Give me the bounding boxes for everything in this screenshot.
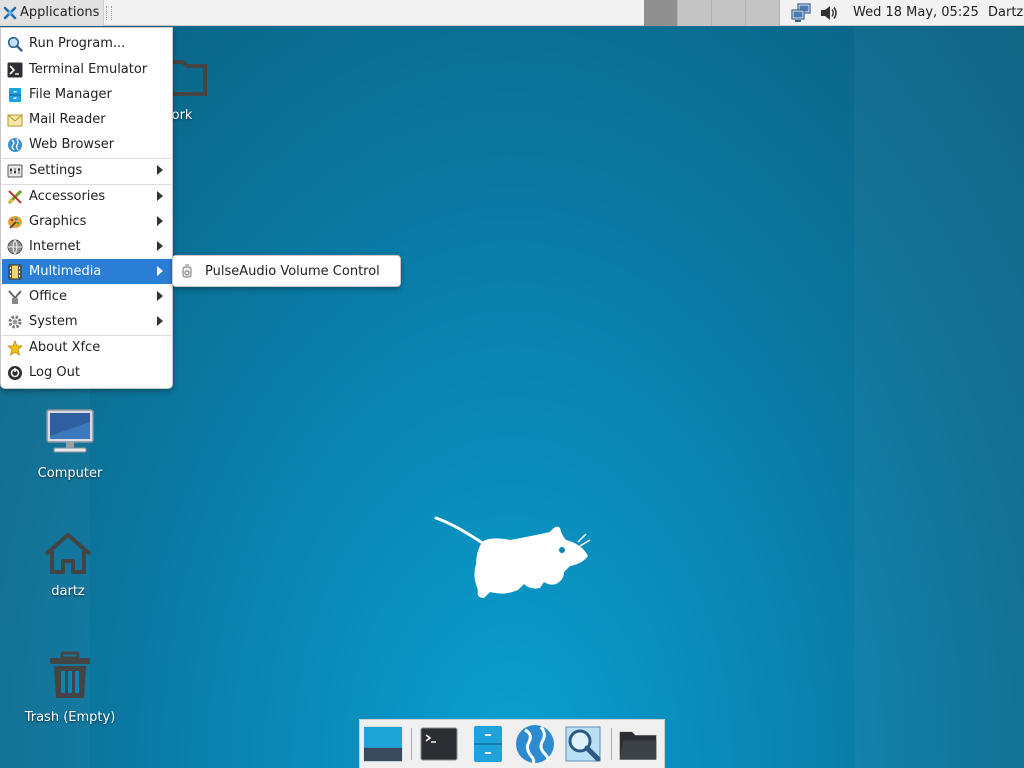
file-manager-icon [7,87,23,103]
dock-terminal[interactable] [419,724,459,764]
globe-icon [7,137,23,153]
volume-control-icon [182,264,192,278]
dock-web-browser[interactable] [515,724,555,764]
logout-icon [7,365,23,381]
menu-item-log-out[interactable]: Log Out [2,360,172,385]
menu-item-settings[interactable]: Settings [2,158,172,183]
submenu-arrow-icon [157,291,163,301]
workspace-1[interactable] [644,0,678,26]
menu-item-label: Terminal Emulator [29,62,148,77]
globe-icon [516,725,554,764]
clock[interactable]: Wed 18 May, 05:25 [853,5,979,20]
folder-icon [619,731,657,760]
applications-label: Applications [20,5,100,20]
menu-item-label: Mail Reader [29,112,106,127]
desktop-icon-home[interactable]: dartz [13,532,123,599]
desktop-icon-computer[interactable]: Computer [15,408,125,481]
submenu-arrow-icon [157,266,163,276]
menu-item-file-manager[interactable]: File Manager [2,82,172,107]
dock-file-manager[interactable] [468,724,508,764]
menu-item-label: Accessories [29,189,106,204]
submenu-arrow-icon [157,216,163,226]
network-status-icon[interactable] [790,3,812,23]
search-icon [565,726,601,762]
home-folder-icon [44,533,92,574]
desktop-icon-label: Computer [37,466,103,481]
show-desktop-icon [363,726,403,762]
menu-item-system[interactable]: System [2,309,172,334]
submenu-arrow-icon [157,191,163,201]
submenu-item-pulseaudio-volume-control[interactable]: PulseAudio Volume Control [205,264,380,279]
accessories-icon [7,189,23,205]
menu-item-terminal-emulator[interactable]: Terminal Emulator [2,57,172,82]
workspace-4[interactable] [746,0,780,26]
multimedia-icon [7,264,23,280]
applications-menu: Run Program... Terminal Emulator File Ma… [0,27,173,389]
terminal-icon [7,62,23,78]
menu-item-label: Multimedia [29,264,102,279]
system-icon [7,314,23,330]
menu-item-label: Web Browser [29,137,115,152]
workspace-3[interactable] [712,0,746,26]
menu-item-label: Log Out [29,365,80,380]
dock-app-finder[interactable] [563,724,603,764]
menu-item-office[interactable]: Office [2,284,172,309]
search-icon [7,36,23,52]
menu-item-label: Settings [29,163,83,178]
bottom-dock [359,719,665,768]
internet-icon [7,239,23,255]
user-name-label[interactable]: Dartz [988,5,1023,20]
submenu-arrow-icon [157,165,163,175]
menu-item-label: Graphics [29,214,87,229]
menu-item-multimedia[interactable]: Multimedia [2,259,172,284]
dock-directory-menu[interactable] [618,724,658,764]
workspace-switcher[interactable] [644,0,780,26]
system-tray [790,0,838,26]
menu-item-run-program[interactable]: Run Program... [2,31,172,56]
multimedia-submenu: PulseAudio Volume Control [172,255,401,287]
dock-show-desktop[interactable] [363,724,403,764]
top-panel: Applications Wed 18 May, 05:25 Dartz [0,0,1024,26]
trash-icon [50,651,90,698]
dock-separator [611,728,612,760]
menu-item-internet[interactable]: Internet [2,234,172,259]
settings-icon [7,163,23,179]
menu-item-label: About Xfce [29,340,101,355]
desktop-icon-label: Trash (Empty) [24,710,116,725]
menu-item-label: Run Program... [29,36,126,51]
submenu-arrow-icon [157,316,163,326]
desktop-icon-trash[interactable]: Trash (Empty) [15,650,125,725]
graphics-icon [7,214,23,230]
menu-item-label: Office [29,289,67,304]
xfce-logo-icon [3,6,17,19]
applications-menu-button[interactable]: Applications [0,0,105,26]
office-icon [7,289,23,305]
dock-separator [411,728,412,760]
volume-icon[interactable] [820,5,838,21]
menu-item-mail-reader[interactable]: Mail Reader [2,107,172,132]
file-manager-icon [474,726,502,762]
menu-item-about-xfce[interactable]: About Xfce [2,335,172,360]
submenu-arrow-icon [157,241,163,251]
menu-item-label: Internet [29,239,81,254]
terminal-icon [420,727,458,761]
panel-separator [106,5,113,20]
star-icon [7,339,23,356]
menu-item-label: System [29,314,78,329]
computer-icon [46,409,94,453]
menu-item-accessories[interactable]: Accessories [2,184,172,209]
wallpaper-band [854,26,1024,768]
menu-item-label: File Manager [29,87,112,102]
xfce-mouse-wallpaper-icon [434,516,591,598]
menu-item-web-browser[interactable]: Web Browser [2,132,172,157]
menu-item-graphics[interactable]: Graphics [2,209,172,234]
workspace-2[interactable] [678,0,712,26]
desktop-icon-label: dartz [51,584,85,599]
mail-icon [7,112,23,128]
